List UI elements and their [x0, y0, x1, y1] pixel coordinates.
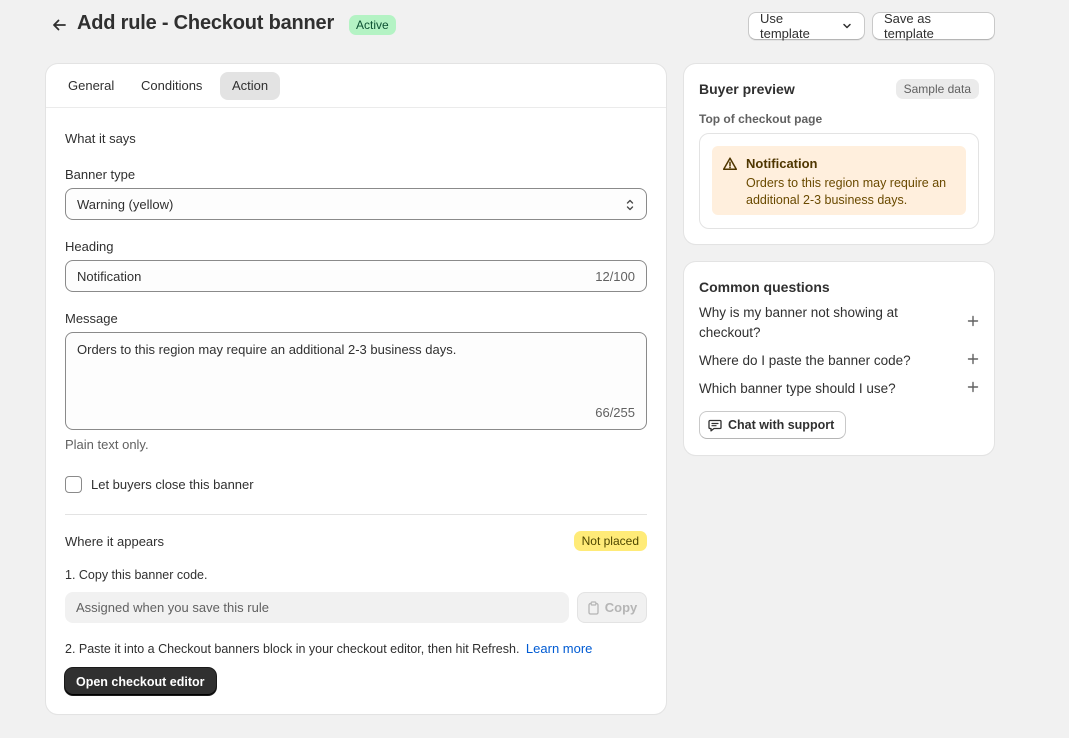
page-header: Add rule - Checkout banner Active Use te…	[48, 10, 996, 41]
preview-banner-message: Orders to this region may require an add…	[746, 176, 947, 207]
step-2-instructions: 2. Paste it into a Checkout banners bloc…	[65, 642, 520, 656]
copy-button[interactable]: Copy	[577, 592, 647, 623]
heading-label: Heading	[65, 239, 114, 254]
heading-value: Notification	[77, 268, 142, 284]
message-label: Message	[65, 311, 118, 326]
rule-form-card: General Conditions Action What it says B…	[46, 64, 666, 714]
banner-code-field: Assigned when you save this rule	[65, 592, 569, 623]
heading-input[interactable]: Notification 12/100	[65, 260, 647, 292]
faq-item[interactable]: Which banner type should I use?	[699, 379, 979, 399]
clipboard-icon	[588, 600, 599, 615]
message-help-text: Plain text only.	[65, 437, 149, 452]
faq-question: Why is my banner not showing at checkout…	[699, 305, 898, 340]
preview-banner-heading: Notification	[746, 156, 818, 171]
faq-item[interactable]: Why is my banner not showing at checkout…	[699, 303, 979, 343]
banner-type-value: Warning (yellow)	[77, 196, 174, 212]
faq-question: Which banner type should I use?	[699, 381, 896, 396]
open-checkout-editor-button[interactable]: Open checkout editor	[65, 668, 216, 695]
warning-triangle-icon	[722, 156, 738, 175]
copy-button-label: Copy	[604, 600, 638, 615]
chevron-down-icon	[841, 20, 853, 32]
plus-icon	[967, 351, 979, 371]
preview-banner: Notification Orders to this region may r…	[712, 146, 966, 215]
common-questions-title: Common questions	[699, 279, 830, 295]
banner-type-select[interactable]: Warning (yellow)	[65, 188, 647, 220]
message-value: Orders to this region may require an add…	[77, 342, 457, 357]
section-title-where-it-appears: Where it appears	[65, 534, 164, 549]
learn-more-link[interactable]: Learn more	[526, 641, 592, 656]
use-template-label: Use template	[760, 11, 810, 41]
common-questions-card: Common questions Why is my banner not sh…	[684, 262, 994, 455]
plus-icon	[967, 379, 979, 399]
close-banner-checkbox-label[interactable]: Let buyers close this banner	[91, 477, 254, 492]
tab-general[interactable]: General	[56, 72, 126, 100]
placement-status-badge: Not placed	[573, 531, 647, 551]
chat-with-support-label: Chat with support	[728, 418, 835, 432]
page-title: Add rule - Checkout banner	[77, 12, 335, 34]
heading-char-counter: 12/100	[595, 268, 635, 284]
banner-type-label: Banner type	[65, 167, 136, 182]
chat-with-support-button[interactable]: Chat with support	[699, 411, 847, 439]
tab-conditions[interactable]: Conditions	[129, 72, 214, 100]
close-banner-checkbox[interactable]	[65, 476, 82, 493]
preview-location-subheading: Top of checkout page	[699, 112, 823, 126]
checkout-preview-frame: Notification Orders to this region may r…	[699, 133, 979, 229]
tab-bar: General Conditions Action	[46, 64, 666, 108]
plus-icon	[967, 313, 979, 333]
section-title-what-it-says: What it says	[65, 131, 136, 146]
back-button[interactable]	[48, 14, 70, 36]
banner-code-placeholder: Assigned when you save this rule	[76, 600, 269, 615]
status-badge: Active	[349, 15, 396, 35]
save-as-template-button[interactable]: Save as template	[872, 11, 995, 41]
tab-action[interactable]: Action	[220, 72, 281, 100]
faq-question: Where do I paste the banner code?	[699, 353, 911, 368]
buyer-preview-title: Buyer preview	[699, 81, 795, 97]
sample-data-badge: Sample data	[895, 79, 979, 99]
use-template-button[interactable]: Use template	[748, 11, 865, 41]
step-1-text: 1. Copy this banner code.	[65, 568, 208, 582]
chat-bubble-icon	[708, 419, 722, 432]
message-textarea[interactable]: Orders to this region may require an add…	[65, 332, 647, 430]
faq-item[interactable]: Where do I paste the banner code?	[699, 351, 979, 371]
step-2-text: 2. Paste it into a Checkout banners bloc…	[65, 641, 592, 656]
select-arrows-icon	[624, 197, 636, 216]
buyer-preview-card: Buyer preview Sample data Top of checkou…	[684, 64, 994, 244]
arrow-left-icon	[53, 19, 66, 31]
section-divider	[65, 514, 647, 515]
message-char-counter: 66/255	[595, 405, 635, 420]
